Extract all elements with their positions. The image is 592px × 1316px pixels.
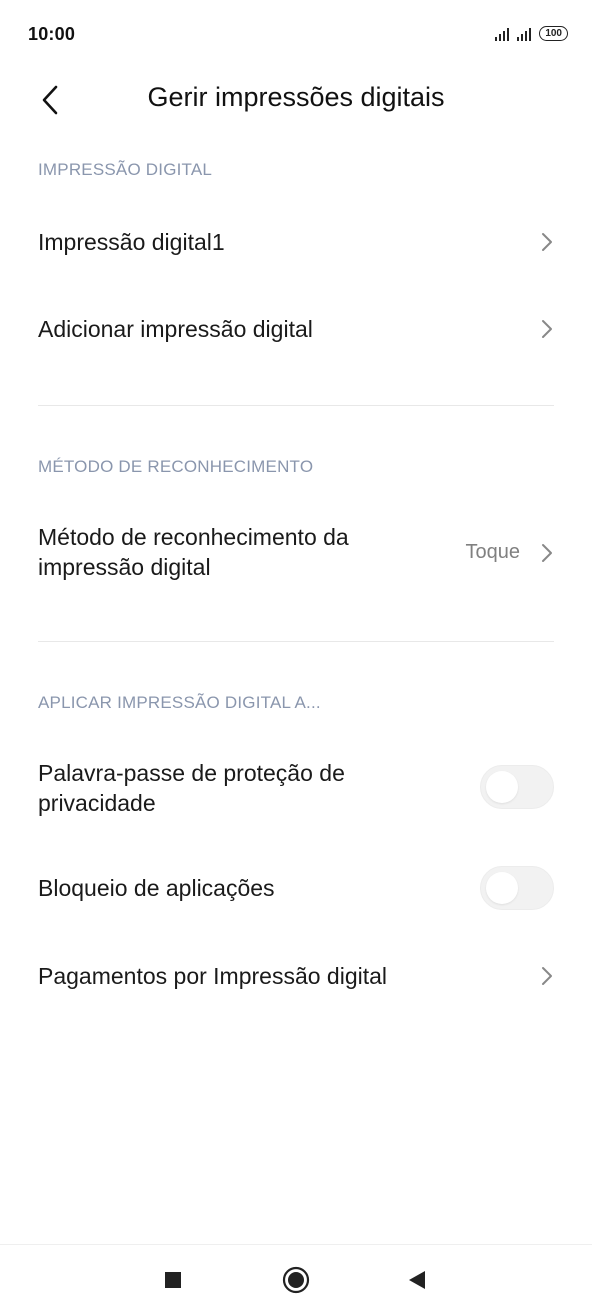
app-lock-toggle[interactable]: [480, 866, 554, 910]
back-triangle-icon: [409, 1271, 425, 1289]
row-label: Pagamentos por Impressão digital: [38, 963, 388, 989]
row-label: Impressão digital1: [38, 229, 225, 255]
row-label-line1: Método de reconhecimento da: [38, 524, 349, 550]
fingerprint-payments-row[interactable]: Pagamentos por Impressão digital: [0, 940, 592, 1012]
recents-square-icon: [165, 1272, 181, 1288]
chevron-right-icon: [542, 544, 552, 562]
chevron-right-icon: [542, 233, 552, 251]
page-title: Gerir impressões digitais: [147, 82, 445, 112]
battery-level: 100: [545, 28, 562, 39]
app-lock-row[interactable]: Bloqueio de aplicações: [0, 852, 592, 924]
row-label-line1: Palavra-passe de proteção de: [38, 760, 345, 786]
status-icons: 100: [495, 26, 568, 41]
nav-divider: [0, 1244, 592, 1245]
recents-button[interactable]: [153, 1262, 193, 1298]
row-label: Método de reconhecimento da impressão di…: [38, 522, 349, 582]
chevron-right-icon: [542, 320, 552, 338]
divider: [38, 405, 554, 406]
row-label-line2: privacidade: [38, 790, 156, 816]
signal-icon: [495, 27, 510, 41]
nav-back-button[interactable]: [397, 1262, 437, 1298]
section-header-fingerprint: IMPRESSÃO DIGITAL: [38, 160, 213, 179]
signal-icon: [517, 27, 532, 41]
row-label-line2: impressão digital: [38, 554, 211, 580]
divider: [38, 641, 554, 642]
row-label: Palavra-passe de proteção de privacidade: [38, 758, 345, 818]
privacy-password-row[interactable]: Palavra-passe de proteção de privacidade: [0, 745, 592, 831]
home-circle-icon: [282, 1266, 310, 1294]
section-header-apply-fingerprint: APLICAR IMPRESSÃO DIGITAL A...: [38, 693, 321, 712]
chevron-right-icon: [542, 967, 552, 985]
toggle-knob: [486, 872, 518, 904]
battery-icon: 100: [539, 26, 568, 41]
section-header-recognition-method: MÉTODO DE RECONHECIMENTO: [38, 457, 314, 476]
status-time: 10:00: [28, 24, 76, 44]
recognition-method-row[interactable]: Método de reconhecimento da impressão di…: [0, 510, 592, 596]
add-fingerprint-row[interactable]: Adicionar impressão digital: [0, 293, 592, 365]
home-button[interactable]: [276, 1262, 316, 1298]
privacy-password-toggle[interactable]: [480, 765, 554, 809]
toggle-knob: [486, 771, 518, 803]
row-label: Adicionar impressão digital: [38, 316, 313, 342]
fingerprint-1-row[interactable]: Impressão digital1: [0, 206, 592, 278]
recognition-method-value: Toque: [465, 541, 521, 563]
row-label: Bloqueio de aplicações: [38, 875, 275, 901]
